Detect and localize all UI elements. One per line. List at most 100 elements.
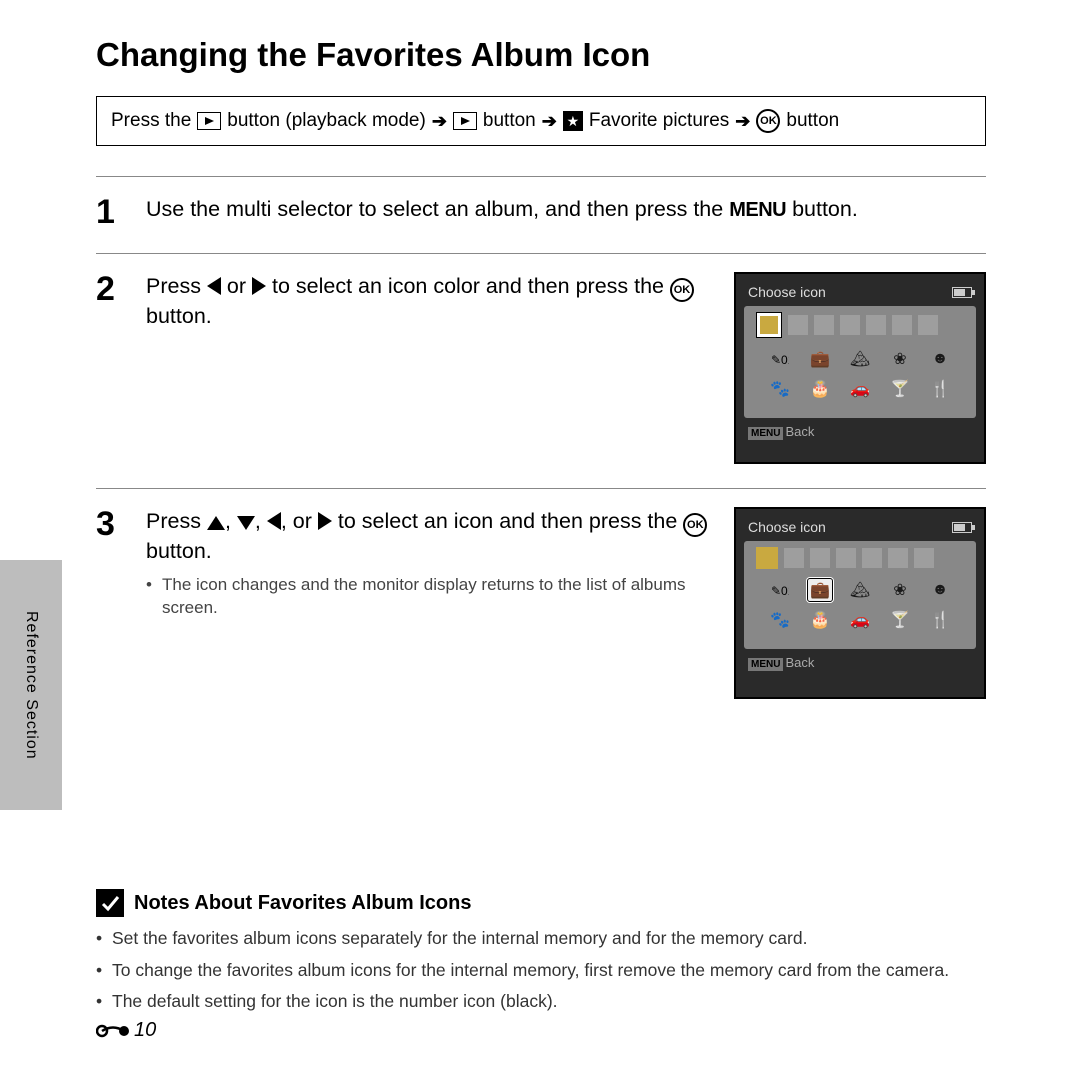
briefcase-icon-selected[interactable]: 💼	[808, 579, 832, 601]
step-1-text: Use the multi selector to select an albu…	[146, 195, 986, 224]
color-swatch[interactable]	[784, 548, 804, 568]
left-arrow-icon	[267, 512, 281, 530]
step-number: 2	[96, 272, 130, 464]
side-tab-label: Reference Section	[22, 611, 40, 760]
battery-icon	[952, 522, 972, 533]
cake-icon[interactable]: 🎂	[808, 609, 832, 631]
color-swatch-row	[752, 312, 968, 338]
side-tab: Reference Section	[0, 560, 62, 810]
color-swatch[interactable]	[914, 548, 934, 568]
lcd-title: Choose icon	[748, 284, 826, 300]
mountain-icon[interactable]: 🏔	[848, 348, 872, 370]
battery-icon	[952, 287, 972, 298]
face-icon[interactable]: ☻	[928, 348, 952, 370]
color-swatch[interactable]	[866, 315, 886, 335]
right-arrow-icon	[252, 277, 266, 295]
left-arrow-icon	[207, 277, 221, 295]
flower-icon[interactable]: ❀	[888, 348, 912, 370]
glass-icon[interactable]: 🍸	[888, 609, 912, 631]
icon-row-1: ✎01 💼 🏔 ❀ ☻	[752, 579, 968, 601]
cat-icon[interactable]: 🐾	[768, 378, 792, 400]
lcd-title-bar: Choose icon	[742, 280, 978, 304]
color-swatch[interactable]	[888, 548, 908, 568]
navigation-path: Press the button (playback mode) ➔ butto…	[96, 96, 986, 146]
car-icon[interactable]: 🚗	[848, 609, 872, 631]
lcd-title-bar: Choose icon	[742, 515, 978, 539]
separator	[96, 253, 986, 254]
step-number: 1	[96, 195, 130, 229]
note-item: To change the favorites album icons for …	[96, 959, 986, 983]
notes-section: Notes About Favorites Album Icons Set th…	[96, 889, 986, 1014]
nav-text: Favorite pictures	[589, 110, 729, 132]
color-swatch[interactable]	[836, 548, 856, 568]
cutlery-icon[interactable]: 🍴	[928, 378, 952, 400]
playback-icon	[197, 112, 221, 130]
lcd-footer: MENUBack	[742, 420, 978, 439]
briefcase-icon[interactable]: 💼	[808, 348, 832, 370]
menu-label: MENU	[729, 199, 786, 221]
menu-chip: MENU	[748, 658, 783, 671]
ok-button-icon: OK	[670, 278, 694, 302]
color-swatch[interactable]	[840, 315, 860, 335]
mountain-icon[interactable]: 🏔	[848, 579, 872, 601]
separator	[96, 176, 986, 177]
icon-row-1: ✎01 💼 🏔 ❀ ☻	[752, 348, 968, 370]
color-swatch[interactable]	[918, 315, 938, 335]
arrow-right-icon: ➔	[735, 111, 750, 132]
page-content: Changing the Favorites Album Icon Press …	[96, 36, 986, 1022]
step-3-bullet: The icon changes and the monitor display…	[146, 574, 710, 620]
color-swatch[interactable]	[788, 315, 808, 335]
star-icon: ★	[563, 111, 583, 131]
page-number-value: 10	[134, 1019, 156, 1042]
arrow-right-icon: ➔	[432, 111, 447, 132]
color-swatch[interactable]	[862, 548, 882, 568]
nav-text: button	[786, 110, 839, 132]
notes-header: Notes About Favorites Album Icons	[96, 889, 986, 917]
lcd-title: Choose icon	[748, 519, 826, 535]
number-icon[interactable]: ✎01	[768, 348, 792, 370]
step-2-text: Press or to select an icon color and the…	[146, 272, 710, 331]
arrow-right-icon: ➔	[542, 111, 557, 132]
note-item: The default setting for the icon is the …	[96, 990, 986, 1014]
nav-text: Press the	[111, 110, 191, 132]
glass-icon[interactable]: 🍸	[888, 378, 912, 400]
step-3: 3 Press , , , or to select an icon and t…	[96, 503, 986, 709]
cutlery-icon[interactable]: 🍴	[928, 609, 952, 631]
step-1: 1 Use the multi selector to select an al…	[96, 191, 986, 239]
notes-list: Set the favorites album icons separately…	[96, 927, 986, 1014]
check-icon	[96, 889, 124, 917]
back-label: Back	[785, 655, 814, 670]
cake-icon[interactable]: 🎂	[808, 378, 832, 400]
cat-icon[interactable]: 🐾	[768, 609, 792, 631]
back-label: Back	[785, 424, 814, 439]
color-swatch[interactable]	[892, 315, 912, 335]
ok-button-icon: OK	[756, 109, 780, 133]
page-icon	[96, 1022, 130, 1040]
step-2: 2 Press or to select an icon color and t…	[96, 268, 986, 474]
ok-button-icon: OK	[683, 513, 707, 537]
icon-row-2: 🐾 🎂 🚗 🍸 🍴	[752, 609, 968, 631]
note-item: Set the favorites album icons separately…	[96, 927, 986, 951]
playback-icon	[453, 112, 477, 130]
step-number: 3	[96, 507, 130, 699]
svg-text:✎01: ✎01	[771, 584, 789, 598]
icon-row-2: 🐾 🎂 🚗 🍸 🍴	[752, 378, 968, 400]
face-icon[interactable]: ☻	[928, 579, 952, 601]
svg-text:✎01: ✎01	[771, 353, 789, 367]
lcd-choose-color: Choose icon ✎01 💼	[734, 272, 986, 464]
color-swatch-selected[interactable]	[756, 312, 782, 338]
down-arrow-icon	[237, 516, 255, 530]
color-swatch-row	[752, 547, 968, 569]
up-arrow-icon	[207, 516, 225, 530]
color-swatch[interactable]	[756, 547, 778, 569]
nav-text: button	[483, 110, 536, 132]
color-swatch[interactable]	[814, 315, 834, 335]
color-swatch[interactable]	[810, 548, 830, 568]
flower-icon[interactable]: ❀	[888, 579, 912, 601]
car-icon[interactable]: 🚗	[848, 378, 872, 400]
lcd-footer: MENUBack	[742, 651, 978, 670]
nav-text: button (playback mode)	[227, 110, 426, 132]
number-icon[interactable]: ✎01	[768, 579, 792, 601]
menu-chip: MENU	[748, 427, 783, 440]
page-title: Changing the Favorites Album Icon	[96, 36, 986, 74]
